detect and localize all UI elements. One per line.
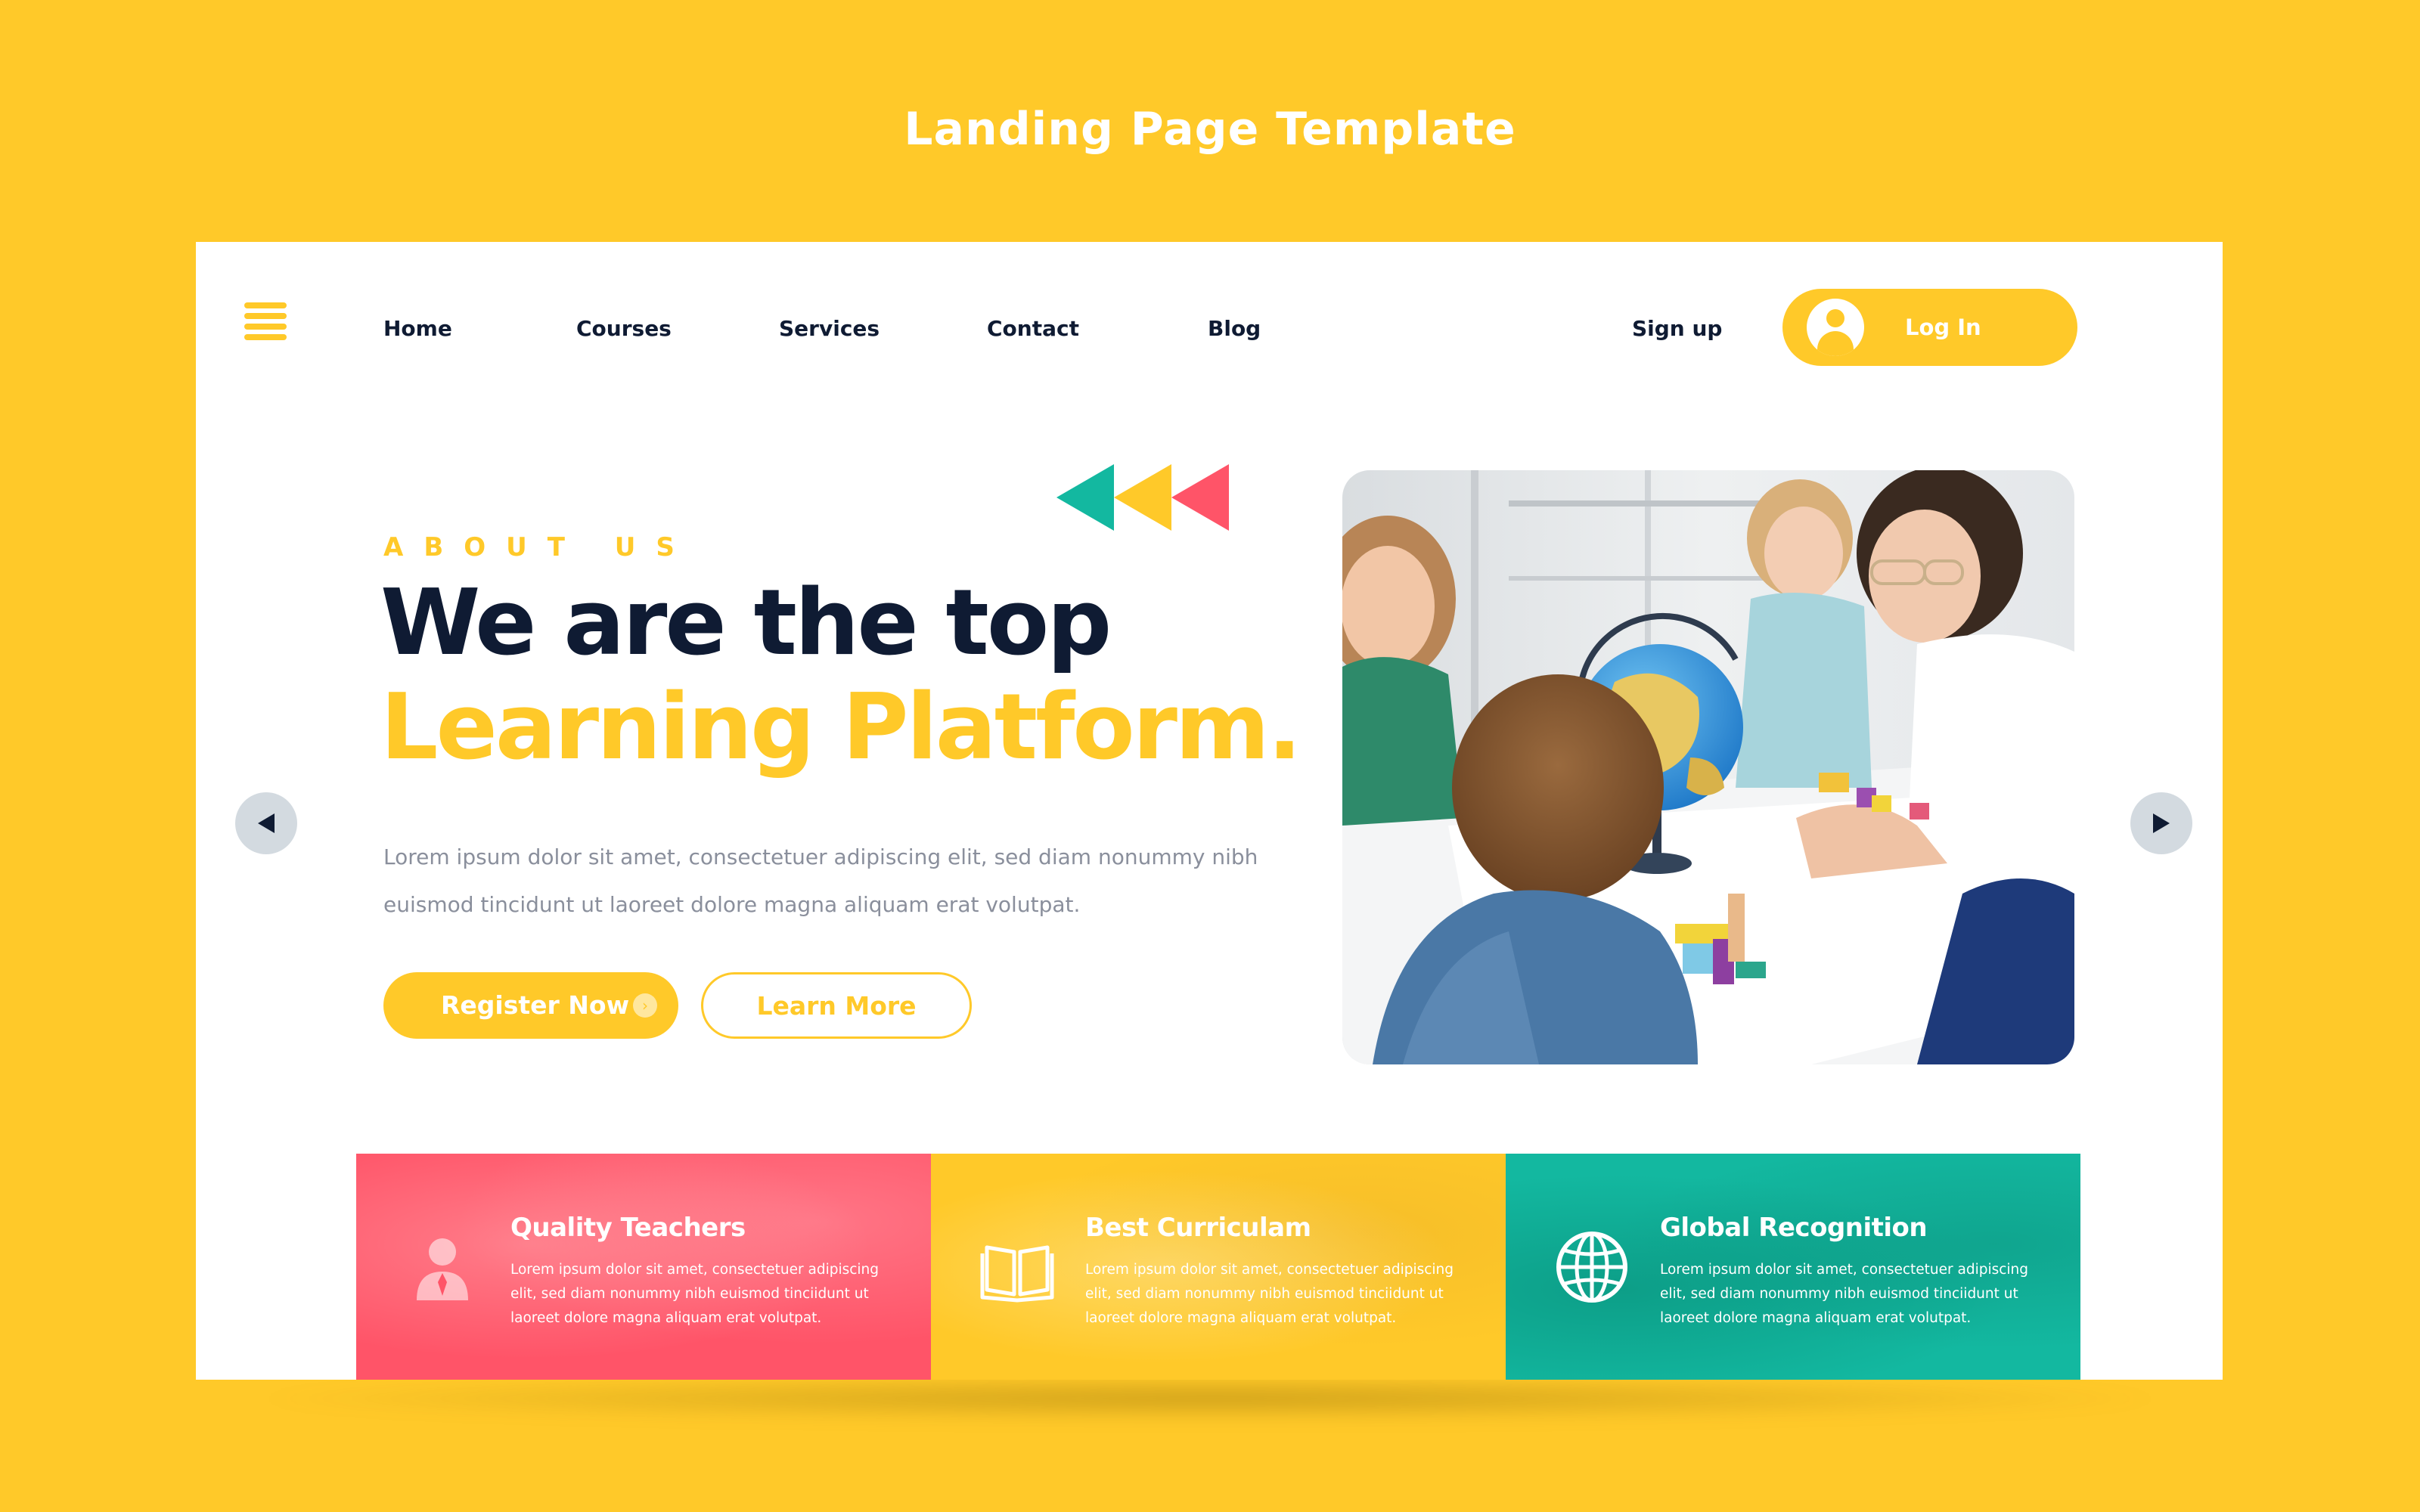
user-icon	[1807, 299, 1864, 356]
learn-more-button[interactable]: Learn More	[701, 972, 972, 1039]
nav-blog[interactable]: Blog	[1208, 316, 1261, 341]
feature-quality-teachers: Quality Teachers Lorem ipsum dolor sit a…	[356, 1154, 931, 1380]
feature-title: Quality Teachers	[510, 1213, 746, 1243]
hero-headline: We are the top Learning Platform.	[380, 571, 1302, 780]
prev-slide-button[interactable]	[235, 792, 297, 854]
features-strip: Quality Teachers Lorem ipsum dolor sit a…	[356, 1154, 2080, 1380]
learn-more-label: Learn More	[756, 991, 917, 1021]
register-label: Register Now	[441, 990, 630, 1020]
hamburger-menu-icon[interactable]	[244, 302, 287, 340]
feature-title: Global Recognition	[1660, 1213, 1928, 1243]
page-title: Landing Page Template	[904, 103, 1516, 156]
nav-courses[interactable]: Courses	[576, 316, 672, 341]
feature-text: Lorem ipsum dolor sit amet, consectetuer…	[1085, 1262, 1454, 1326]
arrow-left-icon	[258, 813, 275, 833]
nav-services[interactable]: Services	[779, 316, 880, 341]
nav-home[interactable]: Home	[383, 316, 452, 341]
nav-contact[interactable]: Contact	[987, 316, 1079, 341]
login-label: Log In	[1905, 314, 1981, 340]
headline-line-1: We are the top	[380, 571, 1112, 676]
feature-text: Lorem ipsum dolor sit amet, consectetuer…	[510, 1262, 880, 1326]
feature-text: Lorem ipsum dolor sit amet, consectetuer…	[1660, 1262, 2029, 1326]
chevron-right-icon: ›	[633, 993, 657, 1018]
login-button[interactable]: Log In	[1782, 289, 2077, 366]
feature-best-curriculum: Best Curriculam Lorem ipsum dolor sit am…	[931, 1154, 1506, 1380]
teacher-icon	[417, 1238, 468, 1300]
landing-card: Home Courses Services Contact Blog Sign …	[196, 242, 2223, 1380]
about-us-label: ABOUT US	[383, 532, 695, 562]
next-slide-button[interactable]	[2130, 792, 2192, 854]
card-shadow	[242, 1376, 2178, 1421]
globe-icon	[1556, 1232, 1627, 1303]
headline-line-2: Learning Platform.	[380, 675, 1302, 780]
signup-link[interactable]: Sign up	[1632, 316, 1722, 341]
hero-description: Lorem ipsum dolor sit amet, consectetuer…	[383, 844, 1258, 917]
hero-classroom-photo	[1342, 470, 2074, 1064]
feature-title: Best Curriculam	[1085, 1213, 1311, 1243]
arrow-right-icon	[2153, 813, 2170, 833]
triangles-decoration	[1056, 464, 1229, 531]
feature-global-recognition: Global Recognition Lorem ipsum dolor sit…	[1506, 1154, 2080, 1380]
book-icon	[980, 1245, 1054, 1303]
register-now-button[interactable]: Register Now ›	[383, 972, 678, 1039]
